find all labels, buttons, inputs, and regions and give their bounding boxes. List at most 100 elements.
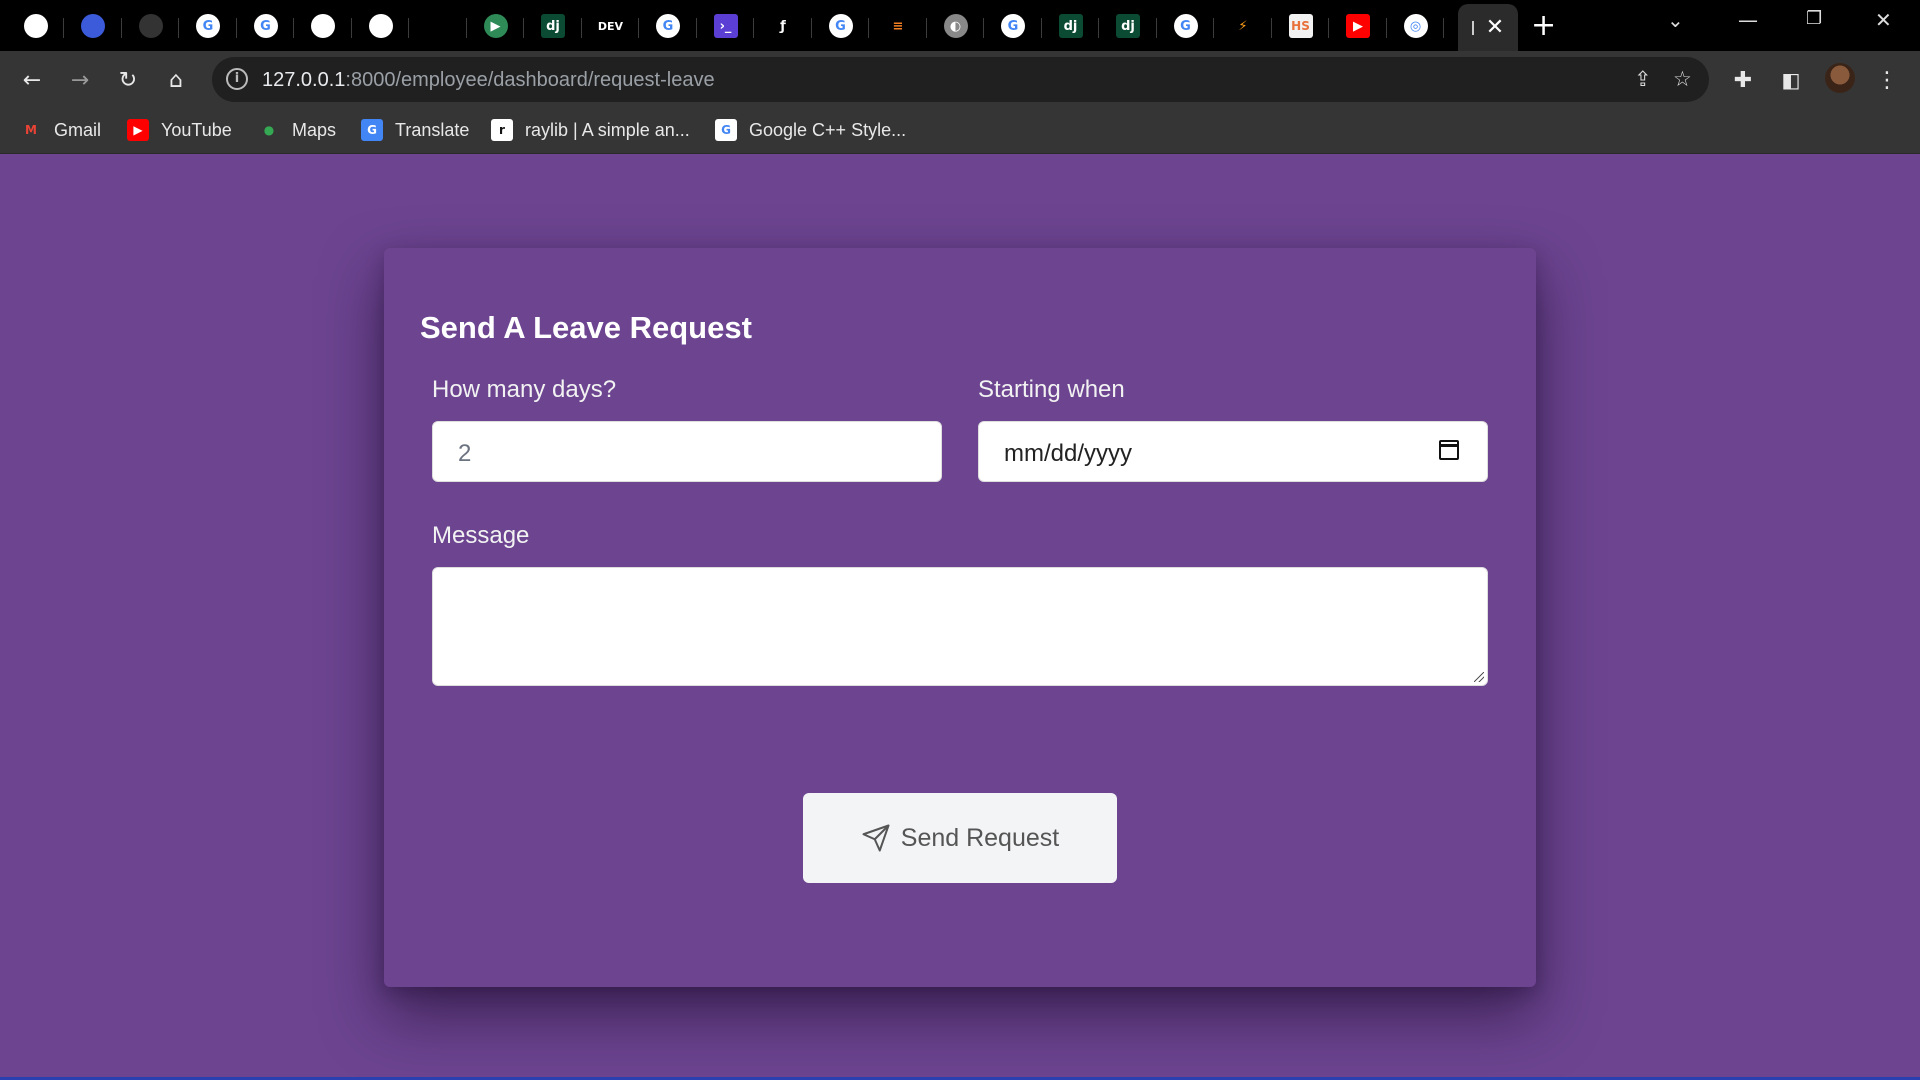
share-icon[interactable]: ⇪ — [1634, 67, 1652, 91]
django-icon: dj — [1116, 14, 1140, 38]
browser-tab[interactable]: ▶ — [467, 6, 524, 46]
address-bar[interactable]: i 127.0.0.1:8000/employee/dashboard/requ… — [212, 57, 1709, 102]
resize-handle-icon[interactable] — [1474, 672, 1484, 682]
reload-icon[interactable]: ↻ — [111, 63, 145, 97]
leave-request-card: Send A Leave Request How many days? 2 St… — [384, 248, 1536, 987]
bookmark-item[interactable]: ▶ YouTube — [127, 116, 232, 144]
google-icon: G — [715, 119, 737, 141]
google-icon: G — [1001, 14, 1025, 38]
minimize-icon[interactable]: — — [1738, 8, 1758, 32]
github-icon — [23, 14, 48, 38]
gmail-icon: M — [25, 123, 37, 137]
browser-tab[interactable] — [352, 6, 409, 46]
message-label: Message — [432, 522, 530, 549]
bookmark-item[interactable]: G Google C++ Style... — [715, 116, 906, 144]
extensions-puzzle-icon[interactable]: ✚ — [1726, 63, 1760, 97]
back-arrow-icon[interactable]: ← — [15, 63, 49, 97]
close-window-icon[interactable]: ✕ — [1875, 8, 1892, 32]
blue-f-icon: ƒ — [771, 14, 795, 38]
browser-tab[interactable]: G — [640, 6, 697, 46]
start-date-placeholder: mm/dd/yyyy — [1004, 440, 1133, 467]
browser-tab[interactable]: ≡ — [870, 6, 927, 46]
url-text[interactable]: 127.0.0.1:8000/employee/dashboard/reques… — [262, 69, 715, 92]
tab-active[interactable]: ✕ — [1458, 4, 1518, 51]
cloud-app-icon — [81, 14, 105, 38]
start-date-input[interactable]: mm/dd/yyyy — [978, 421, 1488, 482]
bookmark-item[interactable]: G Translate — [361, 116, 469, 144]
browser-tab[interactable] — [295, 6, 352, 46]
browser-tab[interactable]: dj — [1042, 6, 1099, 46]
stackoverflow-icon: ≡ — [886, 14, 910, 38]
bookmark-item[interactable]: ● Maps — [258, 116, 336, 144]
django-icon: dj — [541, 14, 565, 38]
google-icon: G — [656, 14, 680, 38]
bookmarks-bar: M Gmail ▶ YouTube ● Maps G Translate r raylib | A… — [0, 108, 1920, 154]
pen-circle-icon — [311, 14, 335, 38]
globe-icon: ◐ — [943, 14, 968, 38]
terminal-dots-icon — [426, 14, 450, 38]
menu-kebab-icon[interactable]: ⋮ — [1870, 63, 1904, 97]
browser-tab[interactable]: ▶ — [1330, 6, 1387, 46]
terminal-icon: ›_ — [713, 14, 738, 38]
calendar-icon[interactable] — [1439, 440, 1459, 460]
browser-tab[interactable]: G — [237, 6, 294, 46]
tab-search-chevron-icon[interactable]: ⌄ — [1667, 8, 1684, 32]
django-icon: dj — [1058, 14, 1083, 38]
tab-divider — [1443, 18, 1444, 38]
dark-circle-icon — [138, 14, 163, 38]
bookmark-label: Translate — [395, 119, 470, 140]
browser-tab[interactable]: G — [1157, 6, 1214, 46]
hs-icon: HS — [1288, 14, 1313, 38]
send-request-button[interactable]: Send Request — [803, 793, 1117, 883]
browser-tab[interactable]: G — [985, 6, 1042, 46]
browser-tab[interactable]: ⚡ — [1215, 6, 1272, 46]
browser-tab[interactable] — [410, 6, 467, 46]
pen-circle-icon — [368, 14, 393, 38]
youtube-icon: ▶ — [1346, 14, 1370, 38]
bookmark-label: Maps — [292, 119, 337, 140]
browser-tab[interactable]: dj — [525, 6, 582, 46]
url-host: 127.0.0.1 — [262, 69, 346, 91]
google-icon: G — [1173, 14, 1198, 38]
send-request-label: Send Request — [900, 823, 1060, 852]
send-paper-plane-icon — [862, 824, 890, 852]
browser-tab[interactable]: G — [180, 6, 237, 46]
home-icon[interactable]: ⌂ — [159, 63, 193, 97]
google-icon: G — [828, 14, 853, 38]
forward-arrow-icon[interactable]: → — [63, 63, 97, 97]
browser-tab[interactable]: dj — [1100, 6, 1157, 46]
chrome-icon: ◎ — [1403, 14, 1428, 38]
youtube-icon: ▶ — [127, 119, 149, 141]
message-textarea[interactable] — [432, 567, 1488, 686]
browser-tab[interactable]: ◐ — [927, 6, 984, 46]
close-tab-icon[interactable]: ✕ — [1486, 15, 1504, 40]
browser-tab[interactable]: ◎ — [1387, 6, 1444, 46]
tab-title-fragment — [1471, 20, 1474, 35]
bookmark-label: Google C++ Style... — [749, 119, 907, 140]
url-path: :8000/employee/dashboard/request-leave — [345, 69, 715, 91]
browser-toolbar: ← → ↻ ⌂ i 127.0.0.1:8000/employee/dashbo… — [0, 51, 1920, 108]
browser-tab[interactable]: DEV — [582, 6, 639, 46]
browser-tab[interactable] — [122, 6, 179, 46]
side-panel-icon[interactable]: ◧ — [1774, 63, 1808, 97]
new-tab-icon[interactable]: + — [1531, 8, 1556, 43]
bookmark-item[interactable]: M Gmail — [20, 116, 101, 144]
bookmark-label: raylib | A simple an... — [525, 119, 690, 140]
bookmark-item[interactable]: r raylib | A simple an... — [491, 116, 690, 144]
browser-tab[interactable]: G — [812, 6, 869, 46]
page-title: Send A Leave Request — [420, 310, 752, 345]
bookmark-star-icon[interactable]: ☆ — [1673, 67, 1692, 91]
browser-tab[interactable]: HS — [1272, 6, 1329, 46]
bookmark-label: Gmail — [54, 119, 102, 140]
maps-pin-icon: ● — [263, 123, 275, 137]
profile-avatar[interactable] — [1825, 63, 1855, 93]
browser-tab[interactable]: ƒ — [755, 6, 812, 46]
days-input-value: 2 — [458, 440, 472, 467]
browser-tab[interactable]: ›_ — [697, 6, 754, 46]
dev-icon: DEV — [595, 14, 626, 38]
browser-tab[interactable] — [7, 6, 64, 46]
site-info-icon[interactable]: i — [226, 68, 248, 90]
browser-tab[interactable] — [65, 6, 122, 46]
days-input[interactable]: 2 — [432, 421, 942, 482]
restore-icon[interactable]: ❐ — [1806, 8, 1822, 29]
